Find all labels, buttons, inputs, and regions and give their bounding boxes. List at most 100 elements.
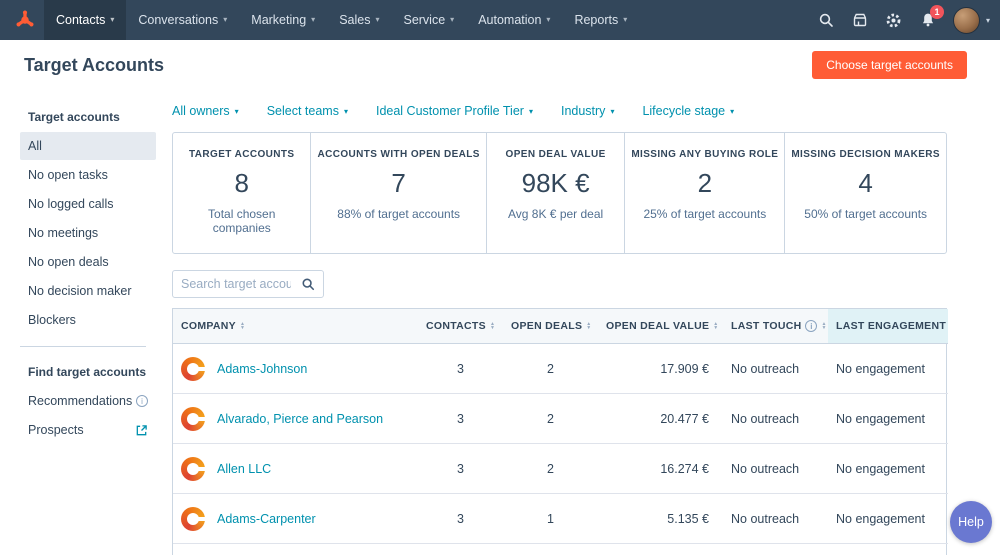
filter-label: Ideal Customer Profile Tier	[375, 104, 524, 118]
company-logo	[181, 456, 205, 481]
open-deals-cell: 1	[503, 543, 598, 555]
user-menu[interactable]: ▾	[952, 6, 990, 34]
stat-label: OPEN DEAL VALUE	[505, 149, 606, 160]
stat-label: MISSING ANY BUYING ROLE	[631, 149, 779, 160]
chevron-down-icon: ▾	[234, 106, 239, 116]
column-header-last-engagement[interactable]: LAST ENGAGEMENTi▾	[828, 309, 948, 344]
filter-industry[interactable]: Industry ▾	[561, 104, 614, 118]
filter-all-owners[interactable]: All owners ▾	[172, 104, 239, 118]
stat-subtext: 25% of target accounts	[643, 207, 767, 221]
target-accounts-page: Contacts ▾ Conversations ▾ Marketing ▾ S…	[0, 0, 1000, 555]
chevron-down-icon: ▾	[610, 106, 615, 116]
notifications-bell-icon[interactable]: 1	[919, 5, 944, 29]
last-engagement-cell: No engagement	[828, 493, 948, 544]
filter-lifecycle-stage[interactable]: Lifecycle stage ▾	[642, 104, 734, 118]
sidebar-item-prospects[interactable]: Prospects	[20, 416, 156, 444]
chevron-down-icon: ▾	[223, 15, 228, 24]
filter-ideal-customer-profile-tier[interactable]: Ideal Customer Profile Tier ▾	[376, 104, 533, 118]
column-header-open-deals[interactable]: OPEN DEALS	[503, 309, 598, 344]
nav-item-contacts[interactable]: Contacts ▾	[44, 0, 127, 40]
stat-subtext: 88% of target accounts	[337, 207, 461, 221]
company-link[interactable]: Alvarado, Pierce and Pearson	[217, 412, 383, 426]
last-engagement-cell: No engagement	[828, 443, 948, 494]
sidebar-item-label: No decision maker	[28, 284, 132, 298]
chevron-down-icon: ▾	[528, 106, 533, 116]
target-accounts-table: COMPANY CONTACTS OPEN DEALS OPEN DEAL VA…	[172, 308, 948, 555]
chevron-down-icon: ▾	[985, 15, 990, 25]
open-deal-value-cell: 20.477 €	[598, 393, 723, 444]
sidebar-item-no-decision-maker[interactable]: No decision maker	[20, 277, 156, 305]
info-icon[interactable]: i	[805, 320, 818, 332]
stat-subtext: Total chosen companies	[208, 207, 276, 235]
sidebar-item-recommendations[interactable]: Recommendations i	[20, 387, 156, 415]
sort-icon	[586, 322, 591, 330]
settings-gear-icon[interactable]	[885, 11, 903, 29]
choose-target-accounts-button[interactable]: Choose target accounts	[812, 51, 967, 79]
stat-value: 8	[234, 168, 249, 198]
chevron-down-icon: ▾	[343, 106, 348, 116]
chevron-down-icon: ▾	[623, 15, 628, 24]
nav-item-automation[interactable]: Automation ▾	[466, 0, 562, 40]
sidebar-item-label: No open tasks	[28, 168, 108, 182]
last-engagement-cell: No engagement	[828, 393, 948, 444]
contacts-cell: 3	[418, 493, 503, 544]
sidebar-item-no-meetings[interactable]: No meetings	[20, 219, 156, 247]
sidebar-item-label: Prospects	[28, 423, 84, 437]
column-label: OPEN DEALS	[511, 320, 583, 332]
search-icon[interactable]	[301, 277, 315, 291]
filter-label: Lifecycle stage	[642, 104, 726, 118]
column-header-last-touch[interactable]: LAST TOUCH i	[723, 309, 828, 344]
sort-icon	[713, 322, 718, 330]
search-target-account-input[interactable]	[181, 277, 291, 291]
sidebar-item-label: All	[28, 139, 42, 153]
stat-target-accounts: TARGET ACCOUNTS 8 Total chosen companies	[173, 133, 312, 253]
open-deal-value-cell: 16.274 €	[598, 443, 723, 494]
filter-select-teams[interactable]: Select teams ▾	[267, 104, 348, 118]
info-icon[interactable]: i	[136, 395, 148, 407]
help-button[interactable]: Help	[950, 501, 992, 543]
nav-item-sales[interactable]: Sales ▾	[327, 0, 391, 40]
search-box	[172, 270, 324, 298]
stat-missing-any-buying-role: MISSING ANY BUYING ROLE 2 25% of target …	[625, 133, 786, 253]
column-label: CONTACTS	[426, 320, 486, 332]
summary-stats-card: TARGET ACCOUNTS 8 Total chosen companies…	[172, 132, 947, 254]
contacts-cell: 3	[418, 343, 503, 394]
column-label: LAST ENGAGEMENT	[836, 320, 947, 332]
sort-icon	[490, 322, 495, 330]
nav-item-conversations[interactable]: Conversations ▾	[126, 0, 239, 40]
open-deals-cell: 2	[503, 443, 598, 494]
sidebar-item-no-logged-calls[interactable]: No logged calls	[20, 190, 156, 218]
filter-bar: All owners ▾ Select teams ▾ Ideal Custom…	[172, 102, 1000, 130]
company-link[interactable]: Adams-Johnson	[217, 362, 307, 376]
nav-item-label: Reports	[574, 13, 619, 27]
company-link[interactable]: Adams-Carpenter	[217, 512, 316, 526]
nav-item-service[interactable]: Service ▾	[391, 0, 466, 40]
open-deals-cell: 2	[503, 393, 598, 444]
nav-item-label: Contacts	[56, 13, 106, 27]
sidebar-item-all[interactable]: All	[20, 132, 156, 160]
hubspot-logo-icon[interactable]	[10, 0, 40, 40]
marketplace-icon[interactable]	[851, 11, 869, 29]
column-header-contacts[interactable]: CONTACTS	[418, 309, 503, 344]
nav-item-reports[interactable]: Reports ▾	[562, 0, 639, 40]
stat-subtext: 50% of target accounts	[804, 207, 928, 221]
sidebar-item-no-open-tasks[interactable]: No open tasks	[20, 161, 156, 189]
company-link[interactable]: Allen LLC	[217, 462, 271, 476]
last-engagement-cell: No engagement	[828, 343, 948, 394]
column-header-company[interactable]: COMPANY	[173, 309, 418, 344]
sidebar-item-label: No open deals	[28, 255, 109, 269]
external-link-icon	[135, 424, 148, 437]
sort-icon	[240, 322, 245, 330]
sidebar-item-no-open-deals[interactable]: No open deals	[20, 248, 156, 276]
search-icon[interactable]	[817, 11, 835, 29]
last-engagement-cell: No engagement	[828, 543, 948, 555]
stat-open-deal-value: OPEN DEAL VALUE 98K € Avg 8K € per deal	[487, 133, 626, 253]
sidebar-section-title: Target accounts	[28, 110, 120, 124]
main-content: All owners ▾ Select teams ▾ Ideal Custom…	[170, 90, 1000, 555]
page-header: Target Accounts Choose target accounts	[0, 40, 1000, 90]
stat-value: 2	[697, 168, 713, 198]
sidebar-item-label: No meetings	[28, 226, 99, 240]
sidebar-item-blockers[interactable]: Blockers	[20, 306, 156, 334]
nav-item-marketing[interactable]: Marketing ▾	[239, 0, 327, 40]
column-header-open-deal-value[interactable]: OPEN DEAL VALUE	[598, 309, 723, 344]
